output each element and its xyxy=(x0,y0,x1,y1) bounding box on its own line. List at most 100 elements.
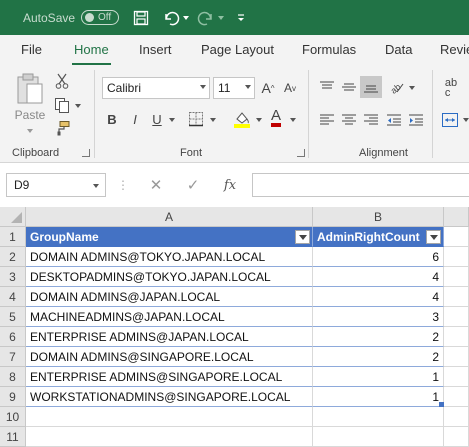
font-color-dropdown-icon[interactable] xyxy=(290,118,296,122)
bottom-align-icon[interactable] xyxy=(360,76,382,98)
empty-cell[interactable] xyxy=(444,307,469,327)
empty-cell[interactable] xyxy=(444,327,469,347)
table-cell[interactable]: DOMAIN ADMINS@TOKYO.JAPAN.LOCAL xyxy=(26,247,313,267)
undo-dropdown-icon[interactable] xyxy=(181,8,191,28)
italic-button[interactable]: I xyxy=(126,109,144,129)
row-header[interactable]: 1 xyxy=(0,227,26,247)
orientation-icon[interactable]: ab xyxy=(387,78,407,96)
table-cell[interactable]: 4 xyxy=(313,267,444,287)
table-cell[interactable]: 1 xyxy=(313,387,444,407)
bold-button[interactable]: B xyxy=(103,109,121,129)
align-center-icon[interactable] xyxy=(340,111,358,129)
table-cell[interactable]: MACHINEADMINS@JAPAN.LOCAL xyxy=(26,307,313,327)
borders-dropdown-icon[interactable] xyxy=(210,118,216,122)
top-align-icon[interactable] xyxy=(318,78,336,96)
row-header[interactable]: 10 xyxy=(0,407,26,427)
undo-icon[interactable] xyxy=(161,8,181,28)
row-header[interactable]: 3 xyxy=(0,267,26,287)
autosave-toggle[interactable]: Off xyxy=(81,10,119,25)
table-cell[interactable]: DESKTOPADMINS@TOKYO.JAPAN.LOCAL xyxy=(26,267,313,287)
format-painter-icon[interactable] xyxy=(53,119,71,137)
empty-cell[interactable] xyxy=(444,247,469,267)
clipboard-launcher-icon[interactable] xyxy=(82,149,90,157)
table-cell[interactable]: DOMAIN ADMINS@SINGAPORE.LOCAL xyxy=(26,347,313,367)
select-all-button[interactable] xyxy=(0,207,26,227)
middle-align-icon[interactable] xyxy=(340,78,358,96)
underline-dropdown-icon[interactable] xyxy=(169,118,175,122)
fill-color-icon[interactable] xyxy=(232,109,252,129)
redo-dropdown-icon[interactable] xyxy=(216,8,226,28)
fill-color-dropdown-icon[interactable] xyxy=(256,118,262,122)
increase-indent-icon[interactable] xyxy=(407,111,425,129)
table-cell[interactable]: 2 xyxy=(313,347,444,367)
empty-cell[interactable] xyxy=(444,367,469,387)
row-header[interactable]: 9 xyxy=(0,387,26,407)
tab-file[interactable]: File xyxy=(21,42,42,57)
row-header[interactable]: 4 xyxy=(0,287,26,307)
enter-icon[interactable]: ✓ xyxy=(182,173,204,197)
grow-font-button[interactable]: A ^ xyxy=(259,78,277,98)
column-header-b[interactable]: B xyxy=(313,207,444,227)
table-cell[interactable]: 1 xyxy=(313,367,444,387)
orientation-dropdown-icon[interactable] xyxy=(409,86,415,90)
paste-dropdown-icon[interactable] xyxy=(27,129,33,133)
row-header[interactable]: 8 xyxy=(0,367,26,387)
table-cell[interactable]: ENTERPRISE ADMINS@JAPAN.LOCAL xyxy=(26,327,313,347)
save-icon[interactable] xyxy=(131,8,151,28)
row-header[interactable]: 2 xyxy=(0,247,26,267)
row-header[interactable]: 7 xyxy=(0,347,26,367)
tab-home[interactable]: Home xyxy=(72,42,111,65)
align-left-icon[interactable] xyxy=(318,111,336,129)
font-launcher-icon[interactable] xyxy=(297,149,305,157)
row-header[interactable]: 6 xyxy=(0,327,26,347)
table-cell[interactable]: DOMAIN ADMINS@JAPAN.LOCAL xyxy=(26,287,313,307)
formula-input[interactable] xyxy=(252,173,469,197)
table-cell[interactable]: 4 xyxy=(313,287,444,307)
tab-data[interactable]: Data xyxy=(385,42,412,57)
copy-icon[interactable] xyxy=(53,96,71,114)
empty-cell[interactable] xyxy=(444,347,469,367)
font-size-combo[interactable]: 11 xyxy=(213,77,255,99)
row-header[interactable]: 5 xyxy=(0,307,26,327)
decrease-indent-icon[interactable] xyxy=(385,111,403,129)
merge-dropdown-icon[interactable] xyxy=(463,118,469,122)
table-header-cell[interactable]: GroupName xyxy=(26,227,313,247)
cut-icon[interactable] xyxy=(53,72,71,90)
underline-button[interactable]: U xyxy=(148,109,166,129)
paste-label[interactable]: Paste xyxy=(10,107,50,123)
table-cell[interactable]: 3 xyxy=(313,307,444,327)
empty-cell[interactable] xyxy=(26,407,313,427)
column-header-c[interactable] xyxy=(444,207,469,227)
table-header-cell[interactable]: AdminRightCount xyxy=(313,227,444,247)
font-name-combo[interactable]: Calibri xyxy=(102,77,210,99)
tab-review[interactable]: Revie xyxy=(440,42,469,57)
merge-center-icon[interactable] xyxy=(440,111,460,129)
table-cell[interactable]: 6 xyxy=(313,247,444,267)
tab-formulas[interactable]: Formulas xyxy=(302,42,356,57)
table-cell[interactable]: 2 xyxy=(313,327,444,347)
wrap-text-button[interactable]: ab c xyxy=(440,76,462,100)
cancel-icon[interactable]: ✕ xyxy=(145,173,167,197)
empty-cell[interactable] xyxy=(444,267,469,287)
empty-cell[interactable] xyxy=(444,427,469,447)
empty-cell[interactable] xyxy=(444,387,469,407)
row-header[interactable]: 11 xyxy=(0,427,26,447)
column-header-a[interactable]: A xyxy=(26,207,313,227)
borders-icon[interactable] xyxy=(186,109,206,129)
tab-page-layout[interactable]: Page Layout xyxy=(201,42,274,57)
name-box[interactable]: D9 xyxy=(6,173,106,197)
customize-qat-icon[interactable] xyxy=(231,8,251,28)
tab-insert[interactable]: Insert xyxy=(139,42,172,57)
table-cell[interactable]: ENTERPRISE ADMINS@SINGAPORE.LOCAL xyxy=(26,367,313,387)
redo-icon[interactable] xyxy=(196,8,216,28)
insert-function-button[interactable]: fx xyxy=(218,173,242,197)
empty-cell[interactable] xyxy=(444,407,469,427)
empty-cell[interactable] xyxy=(26,427,313,447)
filter-dropdown-icon[interactable] xyxy=(295,230,310,244)
align-right-icon[interactable] xyxy=(362,111,380,129)
empty-cell[interactable] xyxy=(444,287,469,307)
shrink-font-button[interactable]: Av xyxy=(281,78,299,98)
empty-cell[interactable] xyxy=(313,427,444,447)
empty-cell[interactable] xyxy=(313,407,444,427)
copy-dropdown-icon[interactable] xyxy=(75,104,81,108)
